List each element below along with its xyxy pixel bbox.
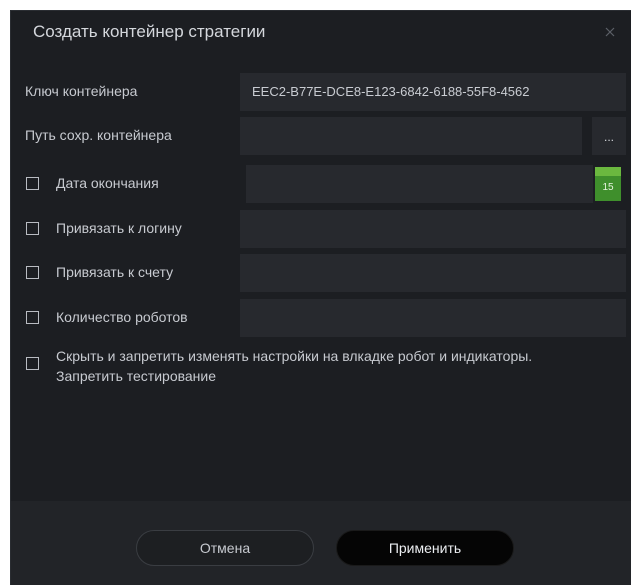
- save-path-label: Путь сохр. контейнера: [25, 127, 172, 143]
- apply-button[interactable]: Применить: [336, 530, 514, 566]
- bind-login-checkbox[interactable]: [26, 222, 39, 235]
- calendar-day: 15: [602, 182, 614, 193]
- bind-account-checkbox[interactable]: [26, 266, 39, 279]
- close-icon: [605, 27, 615, 37]
- container-key-label: Ключ контейнера: [25, 83, 138, 99]
- robot-count-label: Количество роботов: [56, 309, 188, 325]
- browse-button[interactable]: ...: [592, 117, 626, 155]
- row-bind-login: Привязать к логину: [11, 210, 631, 248]
- calendar-icon: [595, 167, 621, 176]
- container-key-field[interactable]: EEC2-B77E-DCE8-E123-6842-6188-55F8-4562: [240, 73, 626, 111]
- robot-count-checkbox[interactable]: [26, 311, 39, 324]
- row-container-key: Ключ контейнера EEC2-B77E-DCE8-E123-6842…: [11, 73, 631, 111]
- row-end-date: Дата окончания 15: [11, 165, 631, 203]
- row-bind-account: Привязать к счету: [11, 254, 631, 292]
- cancel-button[interactable]: Отмена: [136, 530, 314, 566]
- end-date-label: Дата окончания: [56, 175, 159, 191]
- end-date-field[interactable]: [246, 165, 593, 203]
- end-date-checkbox[interactable]: [26, 177, 39, 190]
- calendar-button[interactable]: 15: [595, 167, 621, 201]
- hide-settings-checkbox[interactable]: [26, 357, 39, 370]
- robot-count-field[interactable]: [240, 299, 626, 337]
- row-robot-count: Количество роботов: [11, 299, 631, 337]
- dialog-title: Создать контейнер стратегии: [33, 22, 266, 41]
- dialog-footer: Отмена Применить: [11, 501, 631, 585]
- dialog-titlebar: Создать контейнер стратегии: [11, 11, 631, 55]
- row-hide-settings: Скрыть и запретить изменять настройки на…: [11, 345, 631, 395]
- hide-settings-label: Скрыть и запретить изменять настройки на…: [56, 348, 533, 384]
- bind-login-label: Привязать к логину: [56, 220, 182, 236]
- bind-account-field[interactable]: [240, 254, 626, 292]
- close-button[interactable]: [599, 21, 621, 43]
- bind-login-field[interactable]: [240, 210, 626, 248]
- save-path-field[interactable]: [240, 117, 582, 155]
- row-save-path: Путь сохр. контейнера ...: [11, 117, 631, 155]
- create-strategy-container-dialog: Создать контейнер стратегии Ключ контейн…: [10, 10, 631, 585]
- bind-account-label: Привязать к счету: [56, 264, 174, 280]
